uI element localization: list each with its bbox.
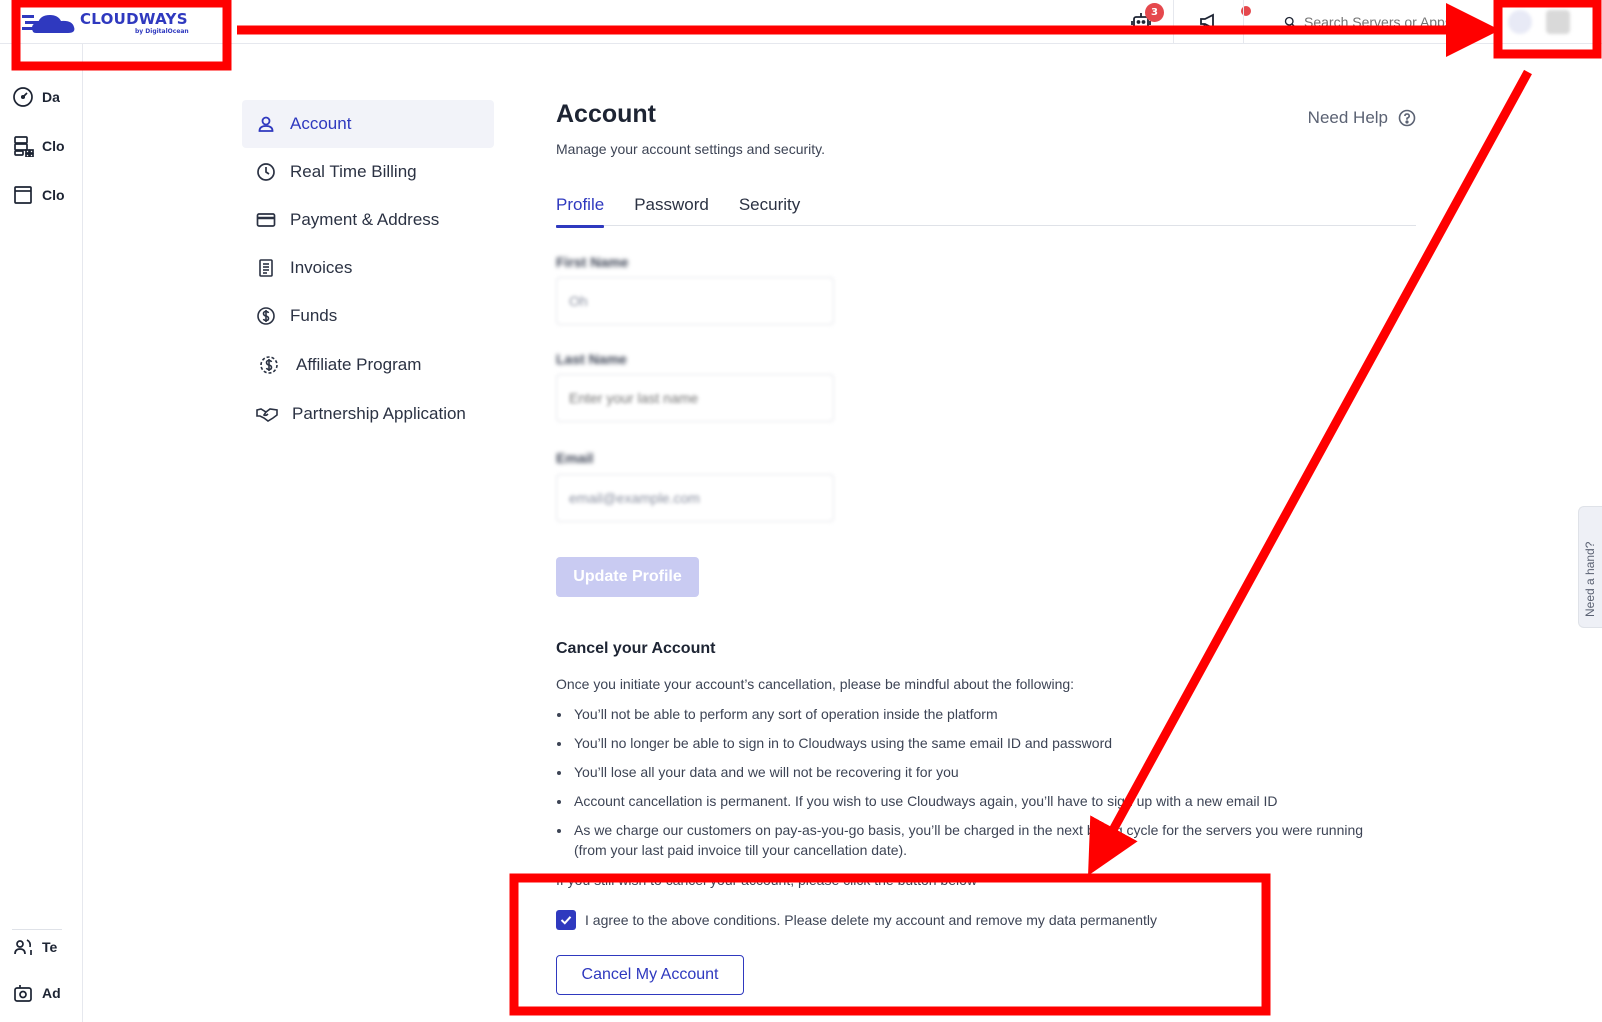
list-item: You’ll not be able to perform any sort o… [572, 704, 1392, 724]
search-icon [1284, 16, 1296, 28]
credit-card-icon [256, 213, 276, 227]
agree-checkbox[interactable] [556, 910, 576, 930]
dollar-icon [257, 307, 275, 325]
rail-item-label: Da [42, 89, 60, 105]
email-field[interactable] [556, 474, 834, 522]
tab-security[interactable]: Security [739, 186, 800, 226]
list-item: You’ll no longer be able to sign in to C… [572, 733, 1392, 753]
main-rail: Da Clo Clo Te Ad [0, 44, 83, 1022]
page-title: Account [556, 100, 656, 128]
account-subnav: Account Real Time Billing Payment & Addr… [242, 100, 494, 438]
email-label: Email [556, 450, 594, 466]
need-help-link[interactable]: Need Help [1308, 108, 1416, 128]
cancel-account-button[interactable]: Cancel My Account [556, 955, 744, 995]
handshake-icon [256, 408, 278, 422]
rail-item-team[interactable]: Te [12, 934, 82, 960]
rail-item-label: Te [42, 939, 58, 955]
need-a-hand-tab[interactable]: Need a hand? [1578, 506, 1602, 628]
tab-profile[interactable]: Profile [556, 186, 605, 228]
team-icon [14, 939, 32, 955]
subnav-label: Payment & Address [290, 210, 440, 229]
search-box[interactable] [1284, 10, 1474, 34]
notification-badge: 3 [1145, 3, 1164, 22]
rail-item-dashboard[interactable]: Da [12, 84, 82, 110]
subnav-item-affiliate-program[interactable]: Affiliate Program [242, 340, 494, 390]
subnav-item-payment-address[interactable]: Payment & Address [242, 196, 494, 244]
subnav-label: Funds [290, 306, 338, 325]
subnav-item-account[interactable]: Account [242, 100, 494, 148]
affiliate-icon [260, 356, 278, 374]
cancel-intro: Once you initiate your account’s cancell… [556, 676, 1075, 692]
need-a-hand-label: Need a hand? [1583, 541, 1597, 617]
rail-item-addons[interactable]: Ad [12, 980, 82, 1006]
rail-item-label: Clo [42, 138, 65, 154]
cancel-conditions-list: You’ll not be able to perform any sort o… [572, 704, 1392, 869]
cancel-account-title: Cancel your Account [556, 640, 716, 657]
subnav-label: Invoices [290, 258, 353, 277]
rail-item-servers[interactable]: Clo [12, 133, 82, 159]
rail-item-label: Ad [42, 985, 61, 1001]
cancel-note: If you still wish to cancel your account… [556, 872, 977, 888]
agree-label: I agree to the above conditions. Please … [585, 912, 1158, 928]
subnav-label: Real Time Billing [290, 162, 417, 181]
agree-checkbox-row[interactable]: I agree to the above conditions. Please … [556, 910, 1157, 930]
app-root: CLOUDWAYS by DigitalOcean 3 Search Serve… [0, 0, 1602, 1022]
list-item: You’ll lose all your data and we will no… [572, 762, 1392, 782]
subnav-label: Account [290, 114, 352, 133]
subnav-label: Affiliate Program [296, 355, 422, 374]
apps-window-icon [14, 186, 32, 204]
page-subtitle: Manage your account settings and securit… [556, 141, 826, 157]
tab-password[interactable]: Password [634, 186, 709, 226]
servers-icon [14, 136, 34, 157]
help-circle-icon [1398, 109, 1416, 127]
subnav-item-invoices[interactable]: Invoices [242, 244, 494, 292]
brand-name: CLOUDWAYS [80, 10, 188, 28]
user-icon [258, 116, 274, 132]
subnav-item-partnership-application[interactable]: Partnership Application [242, 390, 494, 438]
checkmark-icon [560, 916, 572, 925]
search-input[interactable] [1304, 14, 1474, 30]
subnav-item-funds[interactable]: Funds [242, 292, 494, 340]
account-tabs: Profile Password Security [556, 186, 1416, 228]
first-name-label: First Name [556, 254, 629, 270]
topbar-divider [1173, 0, 1174, 44]
subnav-label: Partnership Application [292, 404, 466, 423]
subnav-item-real-time-billing[interactable]: Real Time Billing [242, 148, 494, 196]
last-name-label: Last Name [556, 351, 627, 367]
rail-divider [12, 929, 62, 930]
cloud-logo-icon [22, 15, 75, 33]
topbar-divider [1243, 0, 1244, 44]
rail-item-label: Clo [42, 187, 65, 203]
avatar[interactable] [1508, 10, 1532, 34]
brand-sub: by DigitalOcean [135, 28, 189, 35]
dashboard-icon [13, 87, 33, 107]
user-menu[interactable] [1508, 10, 1580, 34]
invoice-icon [259, 259, 273, 277]
clock-icon [257, 163, 275, 181]
addons-icon [14, 985, 32, 1002]
account-main: Account Manage your account settings and… [556, 100, 1416, 995]
first-name-field[interactable] [556, 277, 834, 325]
list-item: As we charge our customers on pay-as-you… [572, 820, 1392, 860]
top-bar: CLOUDWAYS by DigitalOcean 3 [0, 0, 1602, 44]
cloudways-logo[interactable]: CLOUDWAYS by DigitalOcean [22, 8, 222, 38]
last-name-field[interactable] [556, 374, 834, 422]
rail-item-apps[interactable]: Clo [12, 182, 82, 208]
need-help-label: Need Help [1307, 108, 1388, 127]
megaphone-icon[interactable] [1196, 8, 1222, 34]
list-item: Account cancellation is permanent. If yo… [572, 791, 1392, 811]
user-initials[interactable] [1546, 10, 1570, 34]
update-profile-button[interactable]: Update Profile [556, 557, 699, 597]
